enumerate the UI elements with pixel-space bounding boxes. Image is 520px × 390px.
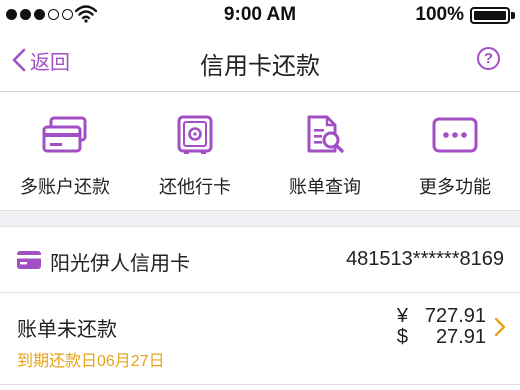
help-button[interactable]: ? — [477, 47, 500, 70]
more-icon — [431, 115, 479, 160]
action-label: 更多功能 — [419, 177, 491, 197]
amount-rmb: ¥ 727.91 — [397, 305, 486, 328]
status-bar: 9:00 AM 100% — [0, 0, 520, 30]
bill-due-date: 到期还款日06月27日 — [17, 353, 165, 370]
chevron-right-icon — [494, 317, 506, 342]
rmb-amount: 727.91 — [424, 305, 486, 327]
action-label: 多账户还款 — [20, 177, 110, 197]
cards-icon — [41, 115, 89, 160]
card-row: 阳光伊人信用卡 481513******8169 — [0, 227, 520, 293]
action-label: 账单查询 — [289, 177, 361, 197]
bill-search-icon — [303, 115, 347, 160]
action-repay-other-bank[interactable]: 还他行卡 — [130, 93, 260, 210]
action-bill-query[interactable]: 账单查询 — [260, 93, 390, 210]
page-title: 信用卡还款 — [200, 53, 320, 80]
battery-icon — [470, 7, 510, 24]
usd-symbol: $ — [396, 326, 408, 348]
credit-card-icon — [17, 251, 41, 274]
safe-icon — [175, 115, 215, 160]
battery-percentage: 100% — [415, 4, 464, 25]
nav-bar: 返回 信用卡还款 ? — [0, 30, 520, 92]
action-grid: 多账户还款 还他行卡 账单查询 更多功能 — [0, 93, 520, 210]
bill-title: 账单未还款 — [17, 319, 117, 341]
card-number: 481513******8169 — [346, 248, 504, 270]
section-separator — [0, 210, 520, 227]
bill-row[interactable]: 账单未还款 到期还款日06月27日 ¥ 727.91 $ 27.91 — [0, 293, 520, 385]
rmb-symbol: ¥ — [396, 305, 408, 327]
usd-amount: 27.91 — [435, 326, 486, 348]
action-multi-account-repay[interactable]: 多账户还款 — [0, 93, 130, 210]
card-name: 阳光伊人信用卡 — [50, 253, 190, 275]
action-label: 还他行卡 — [159, 177, 231, 197]
action-more-features[interactable]: 更多功能 — [390, 93, 520, 210]
amount-usd: $ 27.91 — [397, 326, 486, 349]
